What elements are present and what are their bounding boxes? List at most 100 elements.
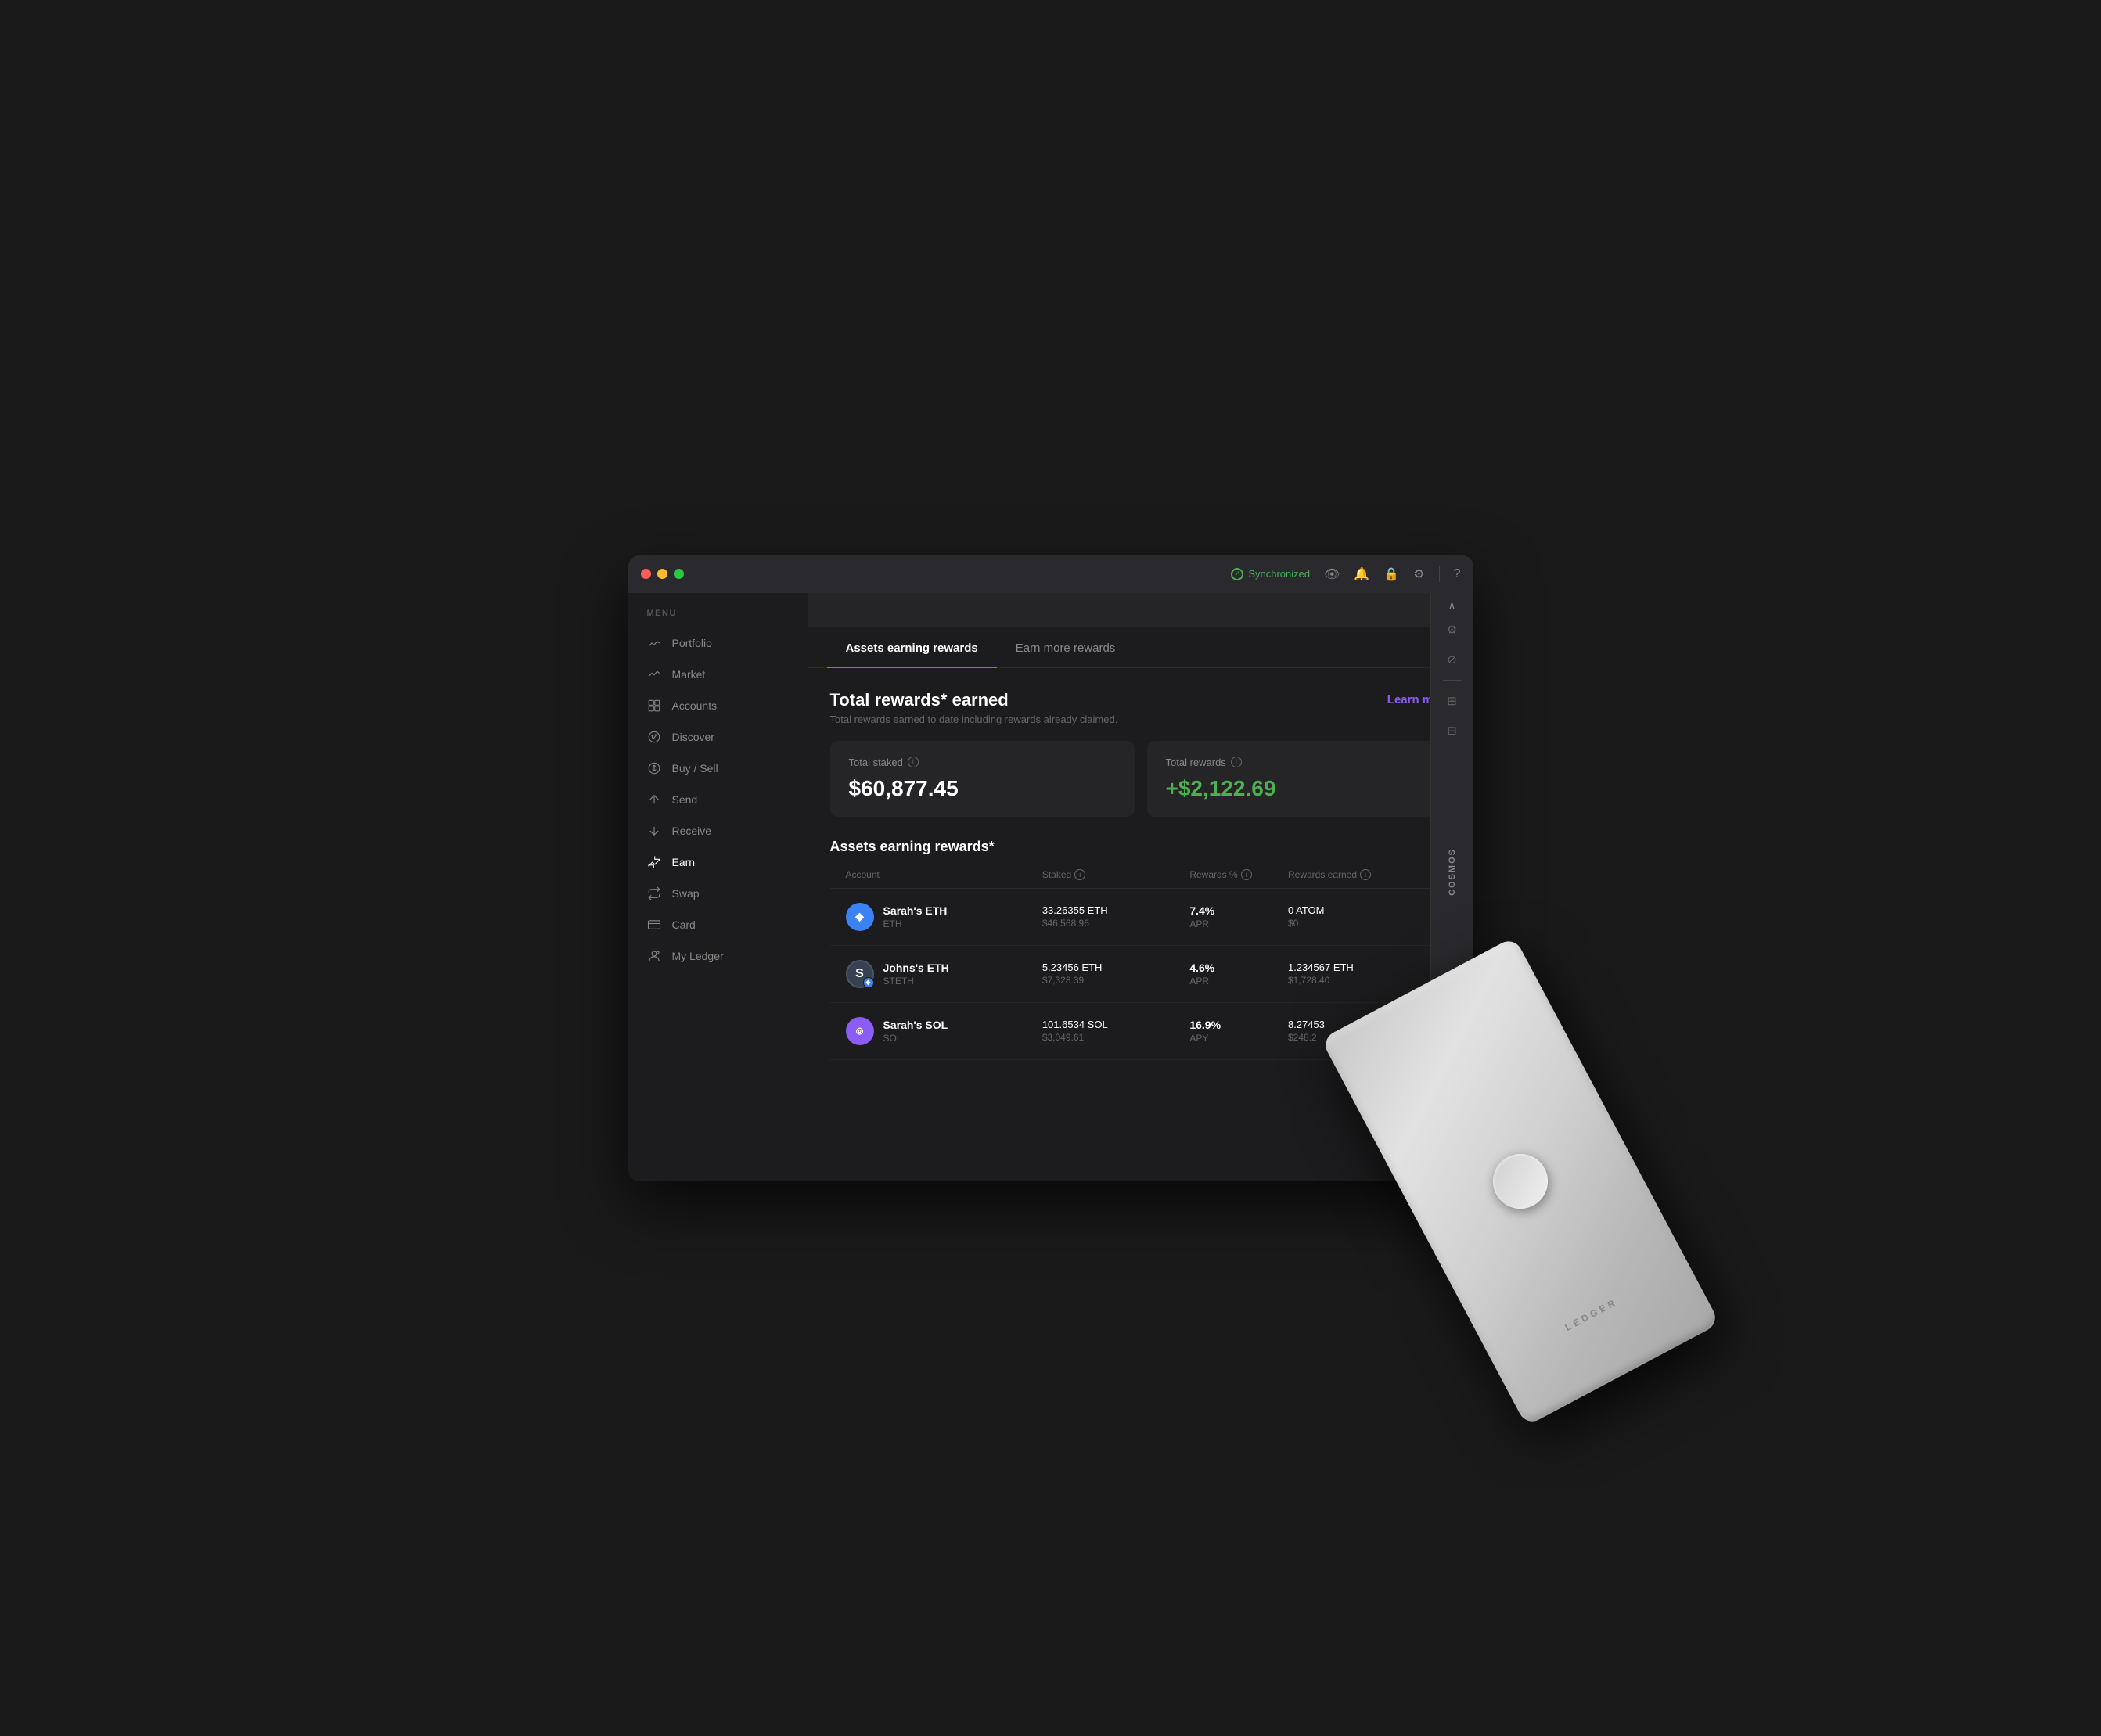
rewards-type: APR	[1189, 918, 1288, 929]
bell-icon[interactable]: 🔔	[1354, 566, 1369, 582]
send-icon	[647, 793, 661, 807]
earned-usd: $248.2	[1288, 1032, 1436, 1043]
device-icon[interactable]: ▬	[1440, 1150, 1465, 1175]
earned-col-sarahs-eth: 0 ATOM $0	[1288, 904, 1436, 929]
sidebar-item-buysell[interactable]: Buy / Sell	[628, 753, 808, 784]
rewards-earned-col-info[interactable]: i	[1360, 869, 1371, 880]
close-button[interactable]	[641, 569, 651, 579]
staked-amount: 101.6534 SOL	[1042, 1019, 1190, 1030]
settings2-icon[interactable]: ⚙	[1440, 617, 1465, 642]
lock-icon[interactable]: 🔒	[1383, 566, 1399, 582]
rewards-info-icon[interactable]: i	[1231, 757, 1242, 767]
rewards-pct-value: 16.9%	[1189, 1019, 1288, 1031]
chevron-down-icon[interactable]: ∨	[1448, 1132, 1455, 1145]
asset-name: Johns's ETH	[883, 961, 949, 974]
tab-assets-earning[interactable]: Assets earning rewards	[827, 627, 997, 667]
rewards-pct-col-sarahs-eth: 7.4% APR	[1189, 904, 1288, 929]
sidebar-label-portfolio: Portfolio	[672, 637, 712, 649]
avatar-badge: ◆	[863, 977, 874, 988]
sidebar-label-card: Card	[672, 918, 696, 931]
assets-table-title: Assets earning rewards*	[830, 839, 1452, 855]
menu-label: MENU	[628, 602, 808, 627]
staked-info-icon[interactable]: i	[908, 757, 919, 767]
sidebar-label-earn: Earn	[672, 856, 696, 868]
rewards-pct-value: 7.4%	[1189, 904, 1288, 917]
staked-col-sarahs-eth: 33.26355 ETH $46,568.96	[1042, 904, 1190, 929]
minimize-button[interactable]	[657, 569, 667, 579]
earned-amount: 1.234567 ETH	[1288, 961, 1436, 973]
buysell-icon	[647, 761, 661, 775]
earned-usd: $0	[1288, 918, 1436, 929]
sidebar-item-discover[interactable]: Discover	[628, 721, 808, 753]
tab-earn-more[interactable]: Earn more rewards	[997, 627, 1135, 667]
title-bar: Synchronized 👁 🔔 🔒 ⚙ ?	[628, 555, 1473, 593]
market-icon	[647, 667, 661, 681]
table-header: Account Staked i Rewards % i R	[830, 869, 1452, 889]
table-row[interactable]: ◆ Sarah's ETH ETH 33.26355 ETH $46,568.9…	[830, 889, 1452, 946]
sidebar-label-myledger: My Ledger	[672, 950, 724, 962]
asset-ticker: STETH	[883, 976, 949, 987]
chevron-up-icon[interactable]: ∧	[1448, 599, 1455, 613]
rewards-type: APR	[1189, 976, 1288, 987]
sidebar-item-earn[interactable]: Earn	[628, 846, 808, 878]
gear-icon[interactable]: ⚙	[1413, 566, 1424, 582]
table-row[interactable]: ◎ Sarah's SOL SOL 101.6534 SOL $3,049.61	[830, 1003, 1452, 1060]
sidebar-item-send[interactable]: Send	[628, 784, 808, 815]
earn-icon	[647, 855, 661, 869]
divider	[1439, 566, 1440, 582]
rewards-pct-col-johns-eth: 4.6% APR	[1189, 961, 1288, 987]
total-staked-card: Total staked i $60,877.45	[830, 741, 1135, 817]
traffic-lights	[641, 569, 684, 579]
main-layout: MENU Portfolio Market	[628, 593, 1473, 1181]
add-icon[interactable]: +	[1440, 1073, 1465, 1098]
assets-section: Assets earning rewards* Account Staked i	[830, 839, 1452, 1060]
avatar-sarahs-sol: ◎	[846, 1017, 874, 1045]
total-rewards-card: Total rewards i +$2,122.69	[1147, 741, 1452, 817]
content-area: Assets earning rewards Earn more rewards…	[808, 593, 1473, 1181]
sidebar-item-portfolio[interactable]: Portfolio	[628, 627, 808, 659]
tabs-bar: Assets earning rewards Earn more rewards	[808, 627, 1473, 668]
rewards-pct-value: 4.6%	[1189, 961, 1288, 974]
staked-col-info[interactable]: i	[1074, 869, 1085, 880]
m-icon[interactable]: M	[1440, 1001, 1465, 1026]
avatar-johns-eth: S ◆	[846, 960, 874, 988]
rewards-type: APY	[1189, 1033, 1288, 1044]
rewards-header: Total rewards* earned Total rewards earn…	[830, 690, 1452, 725]
table-row[interactable]: S ◆ Johns's ETH STETH 5.23456 ETH	[830, 946, 1452, 1003]
myledger-icon	[647, 949, 661, 963]
asset-ticker: ETH	[883, 918, 948, 929]
sidebar-item-market[interactable]: Market	[628, 659, 808, 690]
eye-icon[interactable]: 👁	[1324, 566, 1340, 582]
transfer-icon[interactable]: ⇄	[1440, 1031, 1465, 1056]
app-window: Synchronized 👁 🔔 🔒 ⚙ ? MENU Po	[628, 555, 1473, 1181]
rewards-pct-col-info[interactable]: i	[1241, 869, 1252, 880]
rewards-title-block: Total rewards* earned Total rewards earn…	[830, 690, 1118, 725]
th-rewards-earned: Rewards earned i	[1288, 869, 1436, 880]
total-rewards-label: Total rewards i	[1166, 757, 1433, 768]
qr-icon[interactable]: ⊟	[1440, 718, 1465, 743]
asset-name: Sarah's ETH	[883, 904, 948, 917]
stats-row: Total staked i $60,877.45 Total rewards …	[830, 741, 1452, 817]
discover-icon	[647, 730, 661, 744]
flag-icon[interactable]: ⚑	[1440, 1102, 1465, 1127]
staked-usd: $46,568.96	[1042, 918, 1190, 929]
divider	[1443, 1064, 1462, 1065]
asset-name: Sarah's SOL	[883, 1019, 948, 1031]
title-bar-controls: Synchronized 👁 🔔 🔒 ⚙ ?	[1231, 566, 1460, 582]
staked-amount: 33.26355 ETH	[1042, 904, 1190, 916]
sidebar-item-swap[interactable]: Swap	[628, 878, 808, 909]
divider	[1443, 680, 1462, 681]
asset-identity-sarahs-sol: ◎ Sarah's SOL SOL	[846, 1017, 1042, 1045]
grid2-icon[interactable]: ⊞	[1440, 688, 1465, 713]
sidebar-item-myledger[interactable]: My Ledger	[628, 940, 808, 972]
fullscreen-button[interactable]	[674, 569, 684, 579]
earned-usd: $1,728.40	[1288, 975, 1436, 986]
no-icon[interactable]: ⊘	[1440, 647, 1465, 672]
sidebar-label-receive: Receive	[672, 825, 712, 837]
sidebar-item-card[interactable]: Card	[628, 909, 808, 940]
th-rewards-pct: Rewards % i	[1189, 869, 1288, 880]
sidebar-item-accounts[interactable]: Accounts	[628, 690, 808, 721]
sidebar-item-receive[interactable]: Receive	[628, 815, 808, 846]
asset-ticker: SOL	[883, 1033, 948, 1044]
help-icon[interactable]: ?	[1454, 567, 1461, 581]
